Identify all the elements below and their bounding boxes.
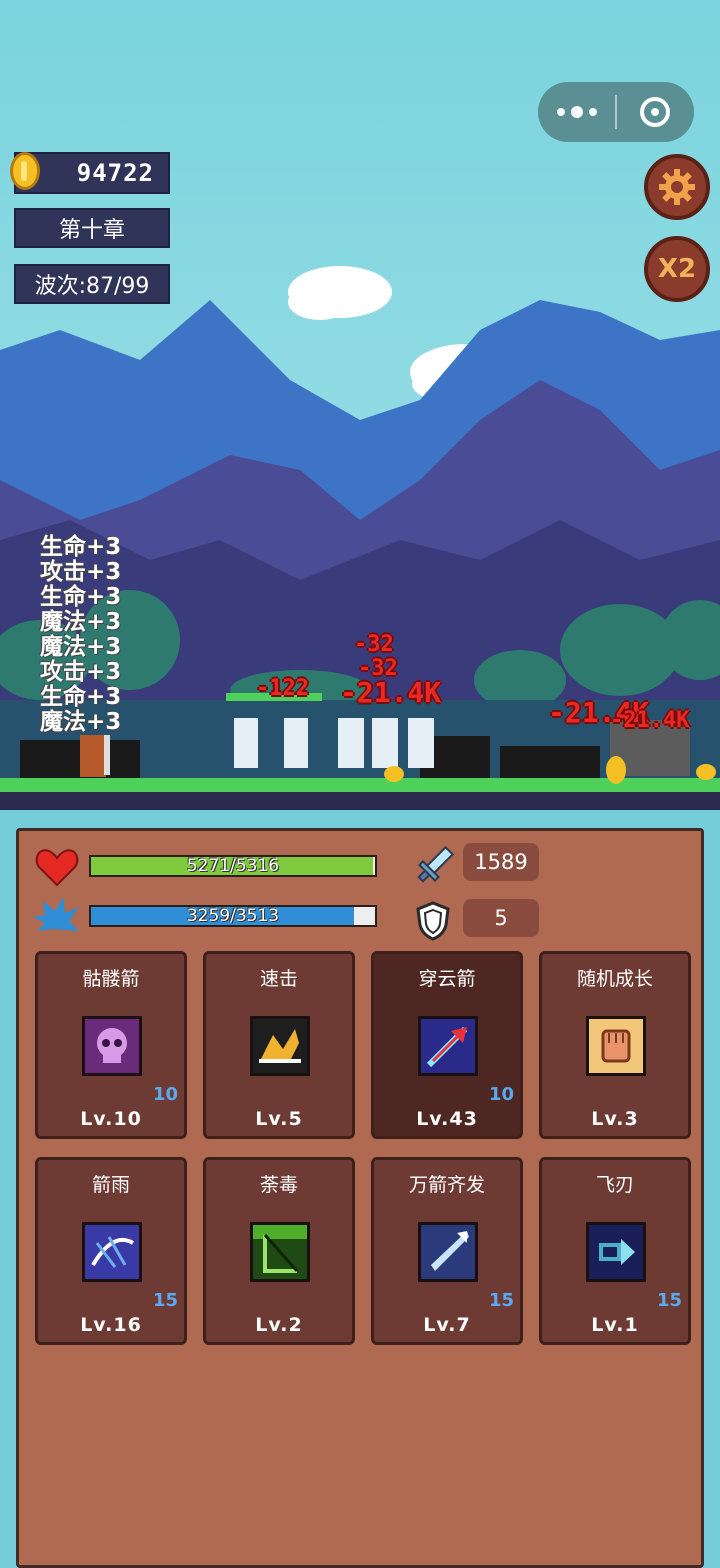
skill-level: Lv.2	[255, 1314, 303, 1336]
skill-level: Lv.16	[80, 1314, 142, 1336]
settings-button[interactable]	[644, 154, 710, 220]
sword-icon	[417, 845, 455, 883]
hero-sprite	[80, 735, 106, 777]
skill-level: Lv.10	[80, 1108, 142, 1130]
stats-panel: 5271/5316 3259/3513 1589 5 骷髅箭 10 Lv.10	[16, 828, 704, 1568]
skill-card-piercing-arrow[interactable]: 穿云箭 10 Lv.43	[371, 951, 523, 1139]
buff-line: 攻击+3	[40, 659, 122, 685]
buff-line: 魔法+3	[40, 709, 122, 735]
skill-name: 穿云箭	[418, 968, 476, 990]
buff-log: 生命+3 攻击+3 生命+3 魔法+3 魔法+3 攻击+3 生命+3 魔法+3	[40, 536, 121, 736]
attack-value: 1589	[463, 843, 539, 881]
heart-icon	[35, 849, 79, 887]
buff-line: 生命+3	[40, 684, 122, 710]
mini-program-capsule	[538, 82, 694, 142]
skill-card-skull-arrow[interactable]: 骷髅箭 10 Lv.10	[35, 951, 187, 1139]
skill-name: 飞刃	[595, 1174, 634, 1196]
damage-number: -32	[354, 632, 394, 657]
piercing-arrow-icon	[418, 1016, 478, 1076]
damage-number: -21.4K	[340, 676, 442, 709]
damage-number: -21.4K	[610, 708, 690, 733]
skill-level: Lv.43	[416, 1108, 478, 1130]
skill-name: 荼毒	[259, 1174, 298, 1196]
skill-count: 10	[152, 1084, 178, 1105]
skill-card-random-growth[interactable]: 随机成长 Lv.3	[539, 951, 691, 1139]
flying-blade-icon	[586, 1222, 646, 1282]
hp-text: 5271/5316	[186, 856, 280, 876]
skill-card-arrow-volley[interactable]: 万箭齐发 15 Lv.7	[371, 1157, 523, 1345]
speed-x2-button[interactable]: X2	[644, 236, 710, 302]
buff-line: 魔法+3	[40, 634, 122, 660]
skill-count: 15	[152, 1290, 178, 1311]
skill-card-arrow-rain[interactable]: 箭雨 15 Lv.16	[35, 1157, 187, 1345]
skill-count: 15	[656, 1290, 682, 1311]
skill-level: Lv.5	[255, 1108, 303, 1130]
mp-bar: 3259/3513	[89, 905, 377, 927]
skill-name: 箭雨	[91, 1174, 130, 1196]
skill-count: 15	[488, 1290, 514, 1311]
skill-card-poison[interactable]: 荼毒 Lv.2	[203, 1157, 355, 1345]
skill-name: 速击	[259, 968, 298, 990]
skill-name: 骷髅箭	[82, 968, 140, 990]
skill-level: Lv.1	[591, 1314, 639, 1336]
skill-count: 10	[488, 1084, 514, 1105]
skill-level: Lv.7	[423, 1314, 471, 1336]
poison-bow-icon	[250, 1222, 310, 1282]
arrow-volley-icon	[418, 1222, 478, 1282]
more-dots-icon[interactable]	[538, 106, 615, 118]
gear-icon	[659, 169, 695, 205]
fist-icon	[586, 1016, 646, 1076]
skill-level: Lv.3	[591, 1108, 639, 1130]
arrow-rain-icon	[82, 1222, 142, 1282]
skill-name: 随机成长	[576, 968, 653, 990]
damage-number: -122	[256, 676, 309, 701]
wave-counter: 波次:87/99	[14, 264, 170, 304]
buff-line: 生命+3	[40, 584, 122, 610]
buff-line: 魔法+3	[40, 609, 122, 635]
target-circle-icon[interactable]	[617, 97, 694, 127]
buff-line: 攻击+3	[40, 559, 122, 585]
gold-coin-icon	[10, 152, 40, 190]
swift-boot-icon	[250, 1016, 310, 1076]
skill-card-swift-strike[interactable]: 速击 Lv.5	[203, 951, 355, 1139]
mp-text: 3259/3513	[186, 906, 280, 926]
chapter-label: 第十章	[14, 208, 170, 248]
skull-icon	[82, 1016, 142, 1076]
defense-value: 5	[463, 899, 539, 937]
skill-name: 万箭齐发	[408, 1174, 485, 1196]
buff-line: 生命+3	[40, 534, 122, 560]
shield-icon	[416, 901, 450, 941]
skill-card-flying-blade[interactable]: 飞刃 15 Lv.1	[539, 1157, 691, 1345]
mana-splash-icon	[33, 897, 79, 931]
hp-bar: 5271/5316	[89, 855, 377, 877]
